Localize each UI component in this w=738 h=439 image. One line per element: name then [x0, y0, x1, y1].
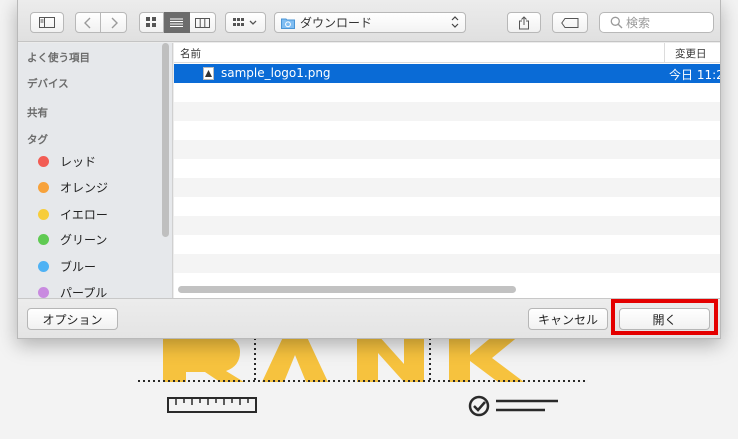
updown-chevron-icon — [451, 16, 459, 28]
tag-color-dot — [38, 260, 49, 272]
image-file-icon — [203, 67, 214, 80]
open-file-dialog: ダウンロード 検索 よく使う項目 デバイス 共有 タグ レッド オレンジ イエロ… — [17, 0, 721, 339]
empty-row — [174, 254, 720, 273]
file-date: 今日 11:26 — [669, 68, 720, 82]
arrange-grid-icon — [232, 17, 256, 26]
empty-row — [174, 197, 720, 216]
list-view-button[interactable] — [164, 12, 190, 33]
empty-row — [174, 83, 720, 102]
sidebar-heading-favorites[interactable]: よく使う項目 — [27, 50, 90, 65]
arrange-button[interactable] — [225, 12, 266, 33]
check-circle-icon — [468, 395, 490, 417]
tag-label: レッド — [60, 154, 97, 169]
sidebar-toggle-button[interactable] — [30, 12, 64, 33]
grid-icon — [146, 17, 156, 27]
search-field[interactable]: 検索 — [599, 12, 714, 33]
share-button[interactable] — [507, 12, 541, 33]
back-forward-control — [75, 12, 127, 33]
ruler-icon — [167, 397, 257, 413]
tag-color-dot — [38, 181, 49, 193]
forward-button[interactable] — [101, 12, 127, 33]
sidebar-scrollbar[interactable] — [162, 43, 169, 237]
back-button[interactable] — [75, 12, 101, 33]
file-name: sample_logo1.png — [221, 66, 331, 80]
empty-row — [174, 102, 720, 121]
dialog-toolbar: ダウンロード 検索 — [18, 0, 720, 42]
location-label: ダウンロード — [300, 16, 373, 30]
cancel-button[interactable]: キャンセル — [528, 308, 608, 330]
tag-label: オレンジ — [60, 180, 109, 195]
search-placeholder: 検索 — [626, 16, 651, 30]
file-list-header: 名前 変更日 — [174, 43, 720, 63]
tag-label: ブルー — [60, 259, 97, 274]
empty-row — [174, 140, 720, 159]
location-popup[interactable]: ダウンロード — [274, 12, 466, 33]
sidebar-tag-orange[interactable]: オレンジ — [38, 178, 108, 196]
file-list-horizontal-scrollbar[interactable] — [178, 286, 516, 293]
tag-color-dot — [38, 155, 49, 167]
empty-row — [174, 235, 720, 254]
tag-color-dot — [38, 286, 49, 298]
sidebar: よく使う項目 デバイス 共有 タグ レッド オレンジ イエロー グリーン ブルー… — [18, 43, 173, 300]
empty-row — [174, 159, 720, 178]
column-view-button[interactable] — [190, 12, 216, 33]
sidebar-heading-tags[interactable]: タグ — [27, 132, 48, 147]
search-icon — [610, 16, 623, 29]
list-icon — [170, 18, 183, 27]
annotation-highlight-box — [611, 299, 718, 335]
tag-label: イエロー — [60, 207, 108, 222]
empty-row — [174, 121, 720, 140]
sidebar-icon — [39, 17, 55, 28]
tag-color-dot — [38, 208, 49, 220]
sidebar-heading-devices[interactable]: デバイス — [27, 76, 69, 91]
file-row[interactable]: sample_logo1.png 今日 11:26 — [174, 64, 720, 83]
sidebar-tag-blue[interactable]: ブルー — [38, 257, 96, 275]
empty-row — [174, 178, 720, 197]
sidebar-tag-red[interactable]: レッド — [38, 152, 96, 170]
tag-icon — [561, 17, 579, 28]
sidebar-tag-yellow[interactable]: イエロー — [38, 205, 108, 223]
file-rows: sample_logo1.png 今日 11:26 — [174, 64, 720, 292]
view-mode-control — [139, 12, 216, 33]
sidebar-tag-green[interactable]: グリーン — [38, 230, 107, 248]
share-icon — [519, 15, 529, 29]
tag-label: グリーン — [60, 232, 108, 247]
tag-button[interactable] — [552, 12, 588, 33]
options-button[interactable]: オプション — [27, 308, 118, 330]
column-header-date[interactable]: 変更日 — [664, 43, 720, 62]
icon-view-button[interactable] — [139, 12, 164, 33]
folder-icon — [281, 18, 295, 29]
sidebar-heading-shared[interactable]: 共有 — [27, 105, 48, 120]
tag-color-dot — [38, 233, 49, 245]
column-header-name[interactable]: 名前 — [180, 46, 201, 61]
file-list: 名前 変更日 sample_logo1.png 今日 11:26 — [174, 43, 720, 298]
chevron-left-icon — [84, 17, 91, 28]
chevron-right-icon — [111, 17, 118, 28]
rank-logo-letters — [163, 335, 524, 382]
columns-icon — [195, 17, 210, 28]
empty-row — [174, 216, 720, 235]
